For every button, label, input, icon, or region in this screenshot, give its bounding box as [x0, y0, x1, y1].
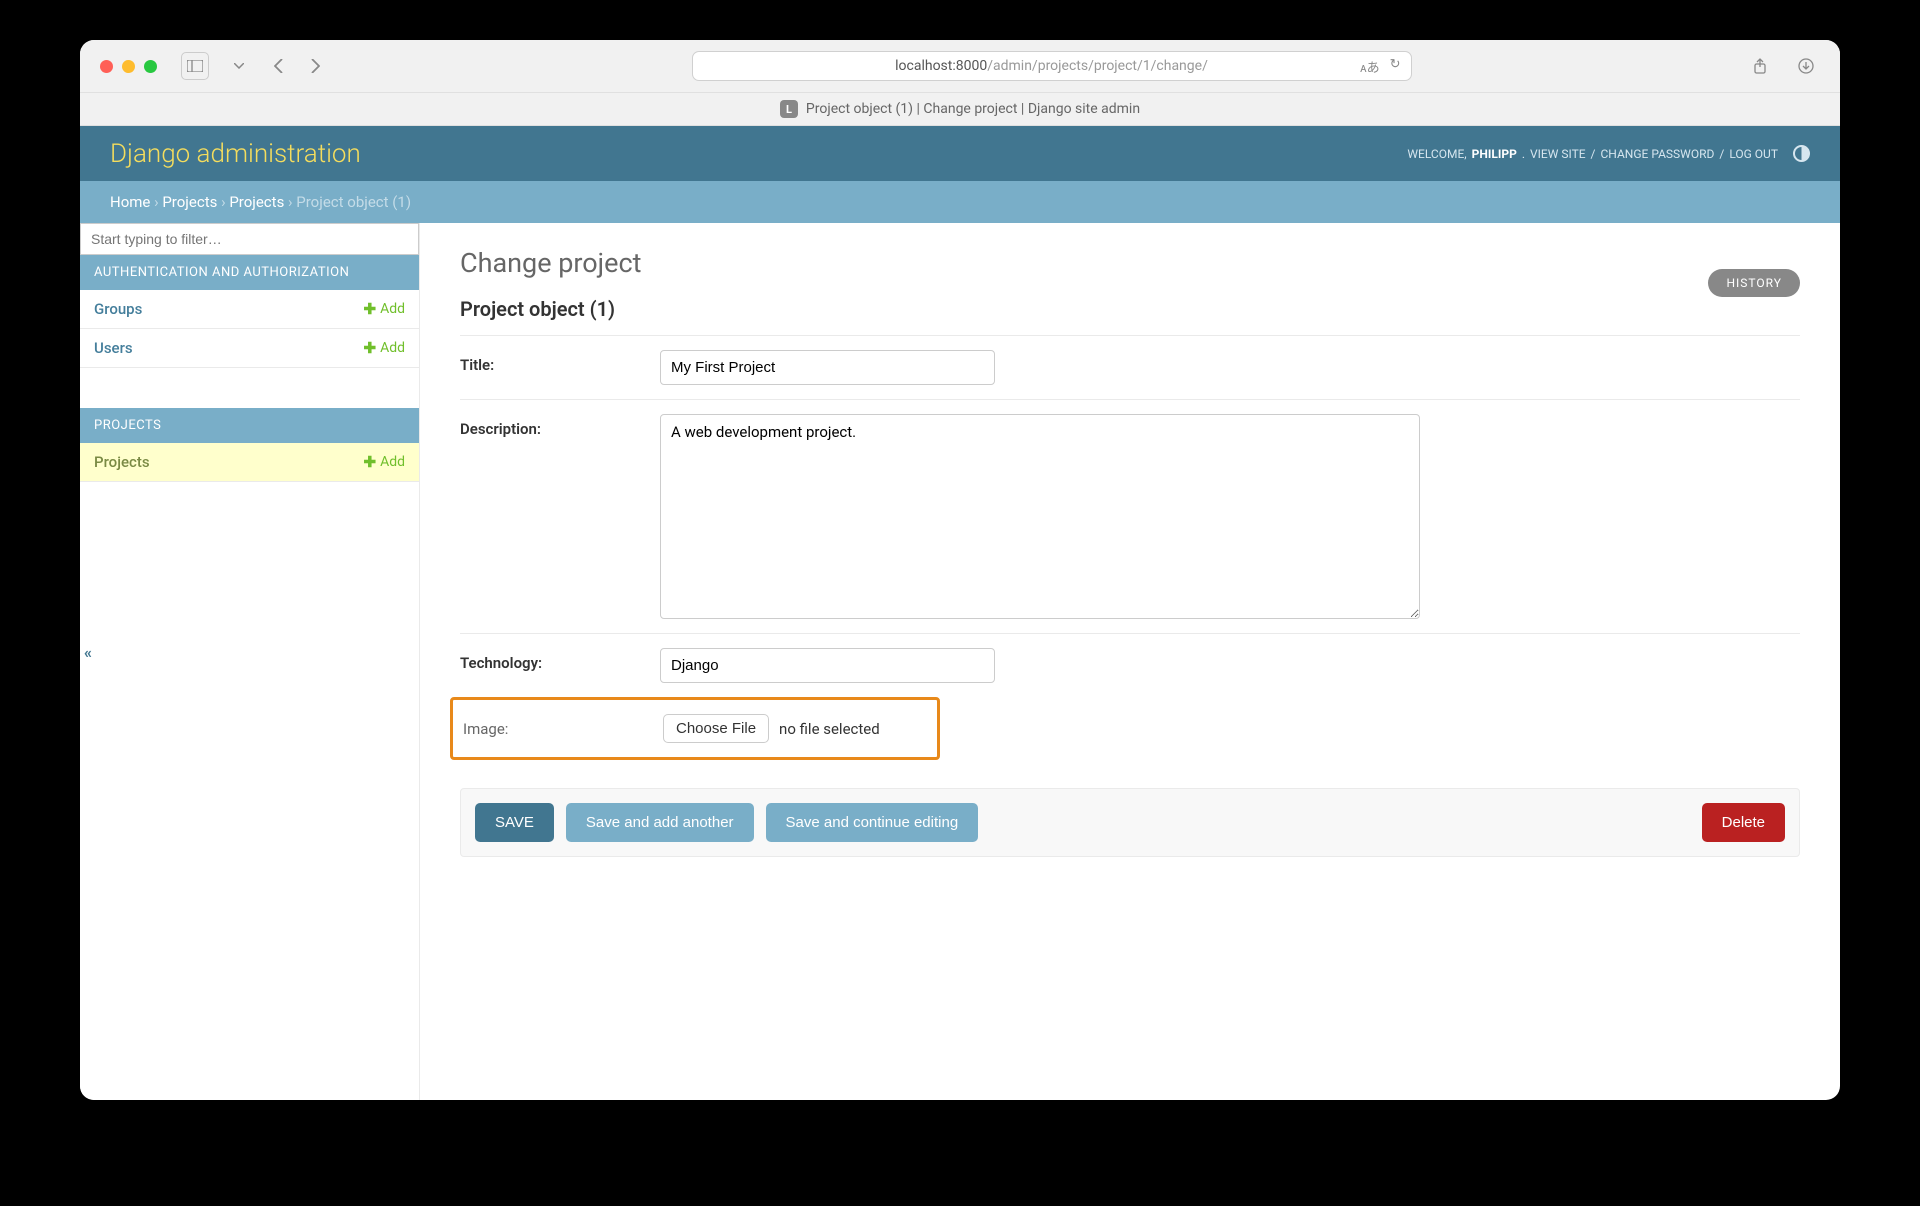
url-text: localhost:8000/admin/projects/project/1/… — [705, 58, 1399, 74]
browser-window: localhost:8000/admin/projects/project/1/… — [80, 40, 1840, 1100]
save-add-another-button[interactable]: Save and add another — [566, 803, 754, 842]
forward-button[interactable] — [301, 52, 329, 80]
field-row-technology: Technology: — [460, 633, 1800, 697]
content-main: Change project HISTORY Project object (1… — [420, 223, 1840, 1100]
field-row-title: Title: — [460, 335, 1800, 399]
admin-sidebar: AUTHENTICATION AND AUTHORIZATION Groups … — [80, 223, 420, 1100]
sidebar-section-projects: PROJECTS — [80, 408, 419, 443]
browser-toolbar: localhost:8000/admin/projects/project/1/… — [80, 40, 1840, 93]
sidebar-toggle-icon[interactable] — [181, 52, 209, 80]
save-continue-button[interactable]: Save and continue editing — [766, 803, 979, 842]
tab-title: Project object (1) | Change project | Dj… — [806, 101, 1140, 117]
breadcrumb: Home › Projects › Projects › Project obj… — [80, 181, 1840, 223]
django-header: Django administration WELCOME, PHILIPP. … — [80, 126, 1840, 181]
projects-link[interactable]: Projects — [94, 453, 150, 471]
description-label: Description: — [460, 414, 660, 438]
breadcrumb-model[interactable]: Projects — [229, 193, 284, 211]
app-body: « AUTHENTICATION AND AUTHORIZATION Group… — [80, 223, 1840, 1100]
technology-label: Technology: — [460, 648, 660, 672]
traffic-lights — [100, 60, 157, 73]
title-input[interactable] — [660, 350, 995, 385]
translate-icon[interactable]: ᴀあ — [1360, 57, 1379, 76]
sidebar-item-users: Users ✚Add — [80, 329, 419, 368]
chevron-down-icon[interactable] — [225, 52, 253, 80]
page-title: Change project — [460, 247, 1800, 279]
plus-icon: ✚ — [363, 453, 376, 471]
tab-favicon: L — [780, 100, 798, 118]
window-close-icon[interactable] — [100, 60, 113, 73]
field-row-image: Image: Choose File no file selected — [463, 700, 937, 757]
users-link[interactable]: Users — [94, 339, 133, 357]
breadcrumb-app[interactable]: Projects — [162, 193, 217, 211]
add-project-link[interactable]: ✚Add — [363, 453, 405, 471]
breadcrumb-current: Project object (1) — [296, 193, 411, 211]
reload-icon[interactable]: ↻ — [1390, 57, 1401, 76]
user-tools: WELCOME, PHILIPP. VIEW SITE / CHANGE PAS… — [1407, 145, 1810, 162]
downloads-icon[interactable] — [1792, 52, 1820, 80]
chrome-right-icons — [1746, 52, 1820, 80]
back-button[interactable] — [265, 52, 293, 80]
plus-icon: ✚ — [363, 339, 376, 357]
sidebar-section-auth: AUTHENTICATION AND AUTHORIZATION — [80, 255, 419, 290]
add-user-link[interactable]: ✚Add — [363, 339, 405, 357]
save-button[interactable]: SAVE — [475, 803, 554, 842]
theme-toggle-icon[interactable] — [1793, 145, 1810, 162]
username: PHILIPP — [1472, 147, 1517, 161]
no-file-text: no file selected — [779, 720, 880, 738]
url-bar[interactable]: localhost:8000/admin/projects/project/1/… — [692, 51, 1412, 81]
view-site-link[interactable]: VIEW SITE — [1530, 147, 1586, 161]
site-title[interactable]: Django administration — [110, 139, 361, 169]
add-group-link[interactable]: ✚Add — [363, 300, 405, 318]
image-label: Image: — [463, 714, 663, 738]
choose-file-button[interactable]: Choose File — [663, 714, 769, 743]
share-icon[interactable] — [1746, 52, 1774, 80]
field-row-image-highlighted: Image: Choose File no file selected — [450, 697, 940, 760]
breadcrumb-home[interactable]: Home — [110, 193, 150, 211]
sidebar-item-projects: Projects ✚Add — [80, 443, 419, 482]
history-button[interactable]: HISTORY — [1708, 269, 1800, 297]
title-label: Title: — [460, 350, 660, 374]
delete-button[interactable]: Delete — [1702, 803, 1785, 842]
groups-link[interactable]: Groups — [94, 300, 142, 318]
window-minimize-icon[interactable] — [122, 60, 135, 73]
object-title: Project object (1) — [460, 297, 1800, 321]
file-widget: Choose File no file selected — [663, 714, 880, 743]
field-row-description: Description: A web development project. — [460, 399, 1800, 633]
plus-icon: ✚ — [363, 300, 376, 318]
submit-row: SAVE Save and add another Save and conti… — [460, 788, 1800, 857]
tab-strip: L Project object (1) | Change project | … — [80, 93, 1840, 126]
description-input[interactable]: A web development project. — [660, 414, 1420, 619]
nav-arrows — [265, 52, 329, 80]
technology-input[interactable] — [660, 648, 995, 683]
collapse-sidebar-icon[interactable]: « — [84, 643, 92, 662]
change-password-link[interactable]: CHANGE PASSWORD — [1601, 147, 1715, 161]
filter-input[interactable] — [80, 223, 419, 255]
window-maximize-icon[interactable] — [144, 60, 157, 73]
logout-link[interactable]: LOG OUT — [1729, 147, 1778, 161]
welcome-text: WELCOME, — [1407, 147, 1466, 161]
sidebar-item-groups: Groups ✚Add — [80, 290, 419, 329]
